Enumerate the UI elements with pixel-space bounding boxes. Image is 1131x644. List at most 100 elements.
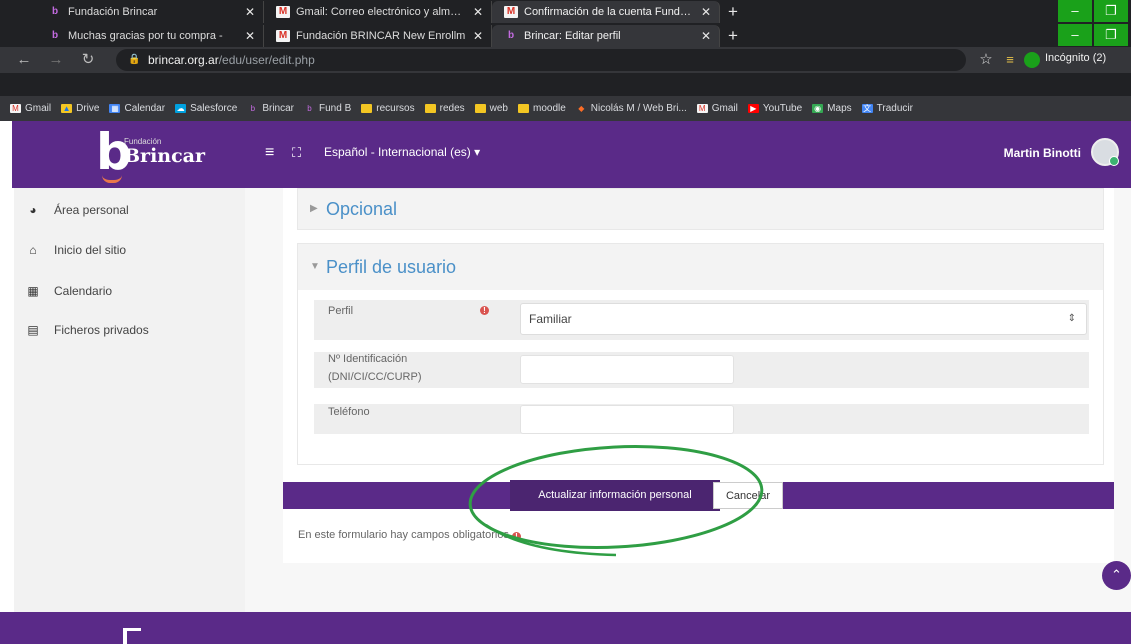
bookmark-item[interactable]: ▦ Calendar (109, 103, 165, 114)
brincar-icon: b (250, 104, 256, 113)
bookmark-item[interactable]: M Gmail (10, 103, 51, 114)
close-icon[interactable]: ✕ (473, 5, 483, 19)
scroll-to-top-button[interactable]: ⌃ (1102, 561, 1131, 590)
star-icon[interactable]: ☆ (976, 50, 996, 70)
hamburger-menu-icon[interactable]: ≡ (265, 143, 274, 163)
sidebar-item-area-personal[interactable]: ◕ Área personal (29, 200, 129, 220)
bookmark-item[interactable]: 文 Traducir (861, 103, 913, 114)
calendar-icon: ▦ (109, 104, 121, 113)
forward-arrow-icon[interactable]: → (46, 50, 66, 70)
browser-tab[interactable]: b Fundación Brincar ✕ (36, 1, 264, 23)
browser-tab[interactable]: M Confirmación de la cuenta Fundación ✕ (492, 1, 720, 23)
folder-icon (424, 104, 436, 113)
select-arrows-icon: ⇕ (1067, 313, 1076, 324)
minimize-button-2[interactable]: – (1058, 24, 1092, 46)
section-opcional[interactable]: ▶ Opcional (297, 188, 1104, 230)
left-edge (0, 121, 12, 644)
user-name[interactable]: Martin Binotti (1004, 146, 1081, 160)
brincar-icon: b (51, 6, 59, 17)
bookmark-label: Salesforce (190, 103, 238, 114)
bookmark-item[interactable]: ◆ Nicolás M / Web Bri... (576, 103, 687, 114)
new-tab-button[interactable]: + (720, 25, 746, 47)
drive-icon: ▲ (61, 104, 73, 113)
minimize-button[interactable]: – (1058, 0, 1092, 22)
identificacion-label-line1: Nº Identificación (328, 353, 408, 365)
url-host: brincar.org.ar (148, 53, 219, 67)
tab-strip-window-2: b Muchas gracias por tu compra - ✕ M Fundac… (36, 24, 746, 47)
site-header: b Fundación Brincar ≡ ⛶ Español - Intern… (0, 121, 1131, 188)
close-icon[interactable]: ✕ (701, 29, 711, 43)
extension-icon[interactable]: ≡ (1000, 50, 1020, 70)
back-arrow-icon[interactable]: ← (14, 50, 34, 70)
lock-icon: 🔒 (128, 54, 141, 65)
bookmark-item[interactable]: ◉ Maps (812, 103, 852, 114)
tab-strip-window-1: b Fundación Brincar ✕ M Gmail: Correo electr… (36, 0, 746, 23)
brincar-icon: b (507, 30, 515, 41)
close-icon[interactable]: ✕ (701, 5, 711, 19)
bookmark-label: moodle (532, 103, 566, 114)
bookmark-item[interactable]: M Gmail (696, 103, 738, 114)
sidebar-item-calendario[interactable]: ▦ Calendario (27, 281, 112, 301)
bookmark-item[interactable]: web (474, 103, 508, 114)
bookmark-item[interactable]: redes (424, 103, 465, 114)
gitlab-icon: ◆ (578, 104, 585, 113)
browser-tab-title: Fundación BRINCAR New Enrollm (296, 30, 466, 42)
translate-icon: 文 (861, 104, 873, 113)
files-icon: ▤ (27, 323, 39, 337)
bookmark-item[interactable]: ▶ YouTube (747, 103, 802, 114)
bookmark-item[interactable]: ▲ Drive (61, 103, 99, 114)
fullscreen-icon[interactable]: ⛶ (292, 143, 301, 163)
bookmark-item[interactable]: b Fund B (304, 103, 351, 114)
language-menu[interactable]: Español - Internacional (es) ▾ (324, 145, 480, 159)
folder-icon (517, 104, 529, 113)
browser-tab[interactable]: M Gmail: Correo electrónico y almacenamie… (264, 1, 492, 23)
browser-tab[interactable]: b Brincar: Editar perfil ✕ (492, 25, 720, 47)
language-label: Español - Internacional (es) (324, 145, 471, 159)
close-icon[interactable]: ✕ (473, 29, 483, 43)
bookmark-item[interactable]: moodle (517, 103, 566, 114)
section-opcional-title: Opcional (326, 199, 398, 219)
close-icon[interactable]: ✕ (245, 29, 255, 43)
sidebar-item-inicio[interactable]: ⌂ Inicio del sitio (29, 240, 126, 260)
logo-brand-text: Brincar (124, 145, 205, 167)
identificacion-label-line2: (DNI/CI/CC/CURP) (328, 371, 422, 383)
salesforce-icon: ☁ (175, 104, 187, 113)
bookmark-label: redes (439, 103, 465, 114)
site-logo[interactable]: b Fundación Brincar (96, 127, 226, 183)
gmail-icon: M (504, 6, 518, 18)
browser-tab-title: Muchas gracias por tu compra - (68, 30, 223, 42)
close-icon[interactable]: ✕ (245, 5, 255, 19)
browser-chrome: b Fundación Brincar ✕ M Gmail: Correo electr… (0, 0, 1131, 121)
bookmark-item[interactable]: recursos (361, 103, 415, 114)
restore-button[interactable]: ❐ (1094, 0, 1128, 22)
reload-icon[interactable]: ↻ (78, 50, 98, 70)
perfil-select-value: Familiar (529, 312, 572, 326)
required-icon: ! (480, 306, 489, 315)
restore-button-2[interactable]: ❐ (1094, 24, 1128, 46)
browser-tab[interactable]: M Fundación BRINCAR New Enrollm ✕ (264, 25, 492, 47)
annotation-ellipse (468, 444, 764, 557)
youtube-icon: ▶ (747, 104, 759, 113)
perfil-select[interactable]: Familiar ⇕ (520, 303, 1087, 335)
identificacion-input[interactable] (520, 355, 734, 384)
sidebar-item-label: Área personal (54, 203, 129, 217)
new-tab-button[interactable]: + (720, 1, 746, 23)
browser-tab-title: Fundación Brincar (68, 6, 158, 18)
gmail-icon: M (276, 6, 290, 18)
incognito-label[interactable]: Incógnito (2) (1045, 52, 1106, 64)
site-footer (0, 612, 1131, 644)
bookmark-item[interactable]: ☁ Salesforce (175, 103, 237, 114)
nav-drawer: ◕ Área personal ⌂ Inicio del sitio ▦ Cal… (14, 188, 245, 612)
section-header[interactable]: ▼ Perfil de usuario (298, 244, 1103, 290)
chevron-up-icon: ⌃ (1111, 567, 1122, 582)
url-path: /edu/user/edit.php (218, 53, 315, 67)
url-field[interactable]: 🔒 brincar.org.ar/edu/user/edit.php (116, 49, 966, 71)
bookmark-item[interactable]: b Brincar (247, 103, 294, 114)
browser-tab[interactable]: b Muchas gracias por tu compra - ✕ (36, 25, 264, 47)
bookmark-label: web (489, 103, 508, 114)
bookmark-label: Maps (827, 103, 852, 114)
avatar[interactable] (1091, 138, 1119, 166)
telefono-input[interactable] (520, 405, 734, 434)
brincar-icon: b (51, 30, 59, 41)
sidebar-item-ficheros[interactable]: ▤ Ficheros privados (27, 320, 148, 340)
